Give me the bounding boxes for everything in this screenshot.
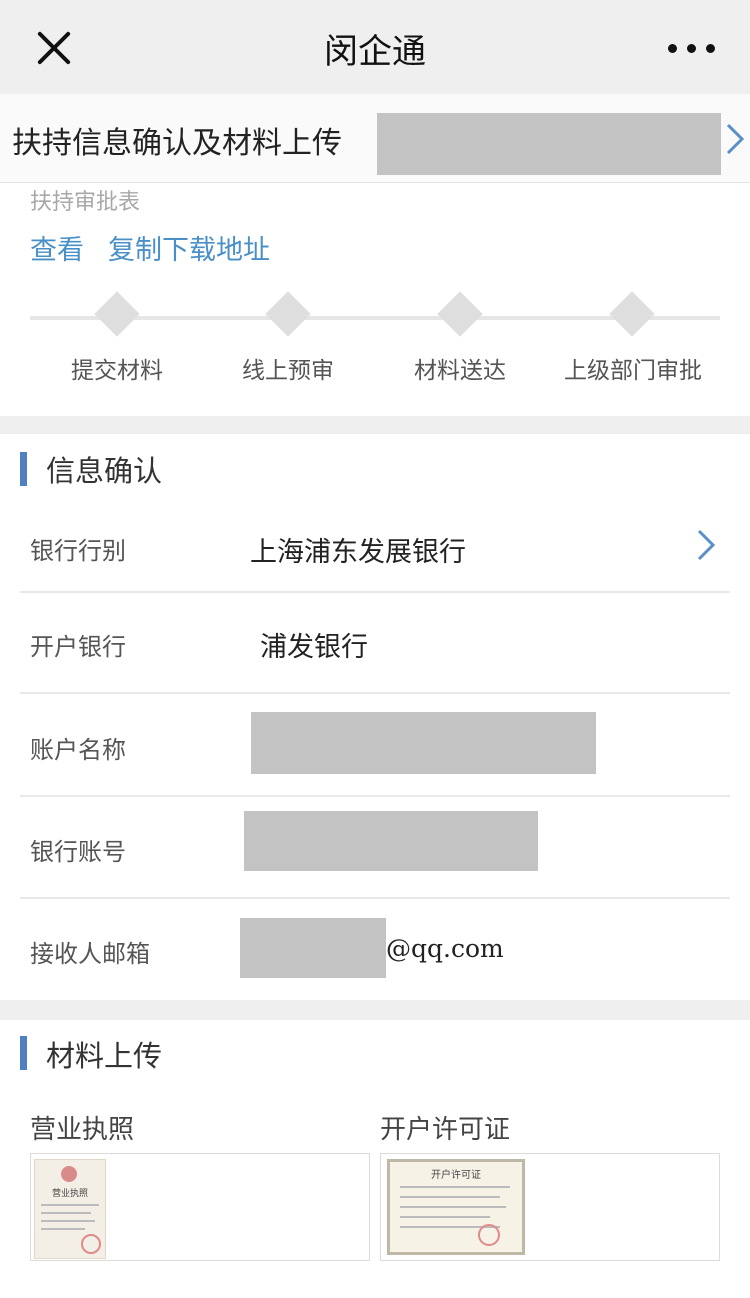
account-name-field[interactable] bbox=[251, 712, 596, 774]
bank-type-label: 银行行别 bbox=[30, 537, 126, 565]
step-label: 材料送达 bbox=[414, 358, 506, 384]
step-label: 提交材料 bbox=[71, 358, 163, 384]
step-marker bbox=[94, 291, 140, 337]
section-gap bbox=[0, 1000, 750, 1020]
section-gap bbox=[0, 416, 750, 434]
step-label: 线上预审 bbox=[242, 358, 334, 384]
email-redacted bbox=[240, 918, 386, 978]
row-divider bbox=[20, 795, 730, 797]
business-license-label: 营业执照 bbox=[30, 1115, 135, 1145]
account-permit-label: 开户许可证 bbox=[380, 1115, 511, 1145]
account-permit-thumbnail[interactable]: 开户许可证 bbox=[387, 1159, 525, 1255]
row-divider bbox=[20, 591, 730, 593]
business-license-thumbnail[interactable]: 营业执照 bbox=[34, 1159, 106, 1259]
account-number-label: 银行账号 bbox=[30, 838, 126, 866]
copy-download-link[interactable]: 复制下载地址 bbox=[108, 228, 270, 267]
upload-section-title: 材料上传 bbox=[46, 1039, 163, 1073]
subheader-title: 扶持信息确认及材料上传 bbox=[12, 126, 342, 161]
bank-type-value[interactable]: 上海浦东发展银行 bbox=[250, 530, 466, 569]
account-name-label: 账户名称 bbox=[30, 736, 126, 764]
section-accent-bar bbox=[20, 452, 27, 486]
info-section-title: 信息确认 bbox=[46, 454, 163, 488]
page-title: 闵企通 bbox=[324, 32, 426, 72]
recipient-email-label: 接收人邮箱 bbox=[30, 940, 150, 968]
approval-table-label: 扶持审批表 bbox=[30, 190, 141, 215]
view-link[interactable]: 查看 bbox=[30, 228, 84, 267]
step-marker bbox=[609, 291, 655, 337]
step-marker bbox=[265, 291, 311, 337]
redacted-block bbox=[377, 113, 721, 175]
chevron-right-icon[interactable] bbox=[722, 122, 748, 156]
opening-bank-label: 开户银行 bbox=[30, 633, 126, 661]
row-divider bbox=[20, 692, 730, 694]
email-domain[interactable]: @qq.com bbox=[386, 934, 504, 963]
step-marker bbox=[437, 291, 483, 337]
step-label: 上级部门审批 bbox=[564, 358, 702, 384]
chevron-right-icon[interactable] bbox=[694, 528, 718, 562]
account-number-field[interactable] bbox=[244, 811, 538, 871]
more-icon[interactable] bbox=[668, 40, 718, 56]
section-accent-bar bbox=[20, 1036, 27, 1070]
row-divider bbox=[20, 897, 730, 899]
opening-bank-value[interactable]: 浦发银行 bbox=[260, 625, 368, 664]
